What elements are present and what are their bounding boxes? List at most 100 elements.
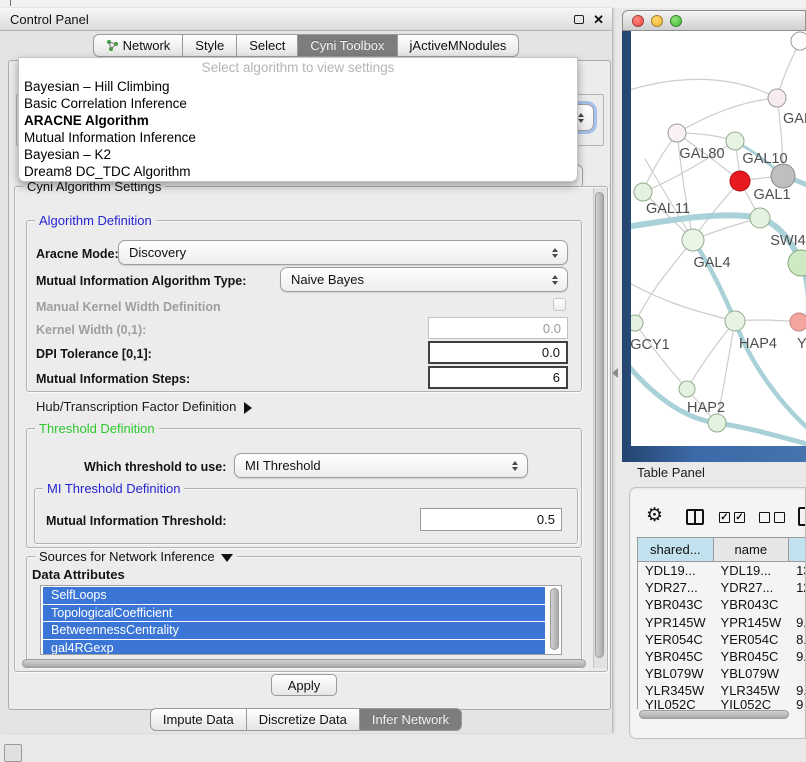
combo-stepper-icon — [552, 275, 558, 285]
node-gal80[interactable] — [668, 124, 686, 142]
hub-definition-expander[interactable]: Hub/Transcription Factor Definition — [36, 399, 252, 414]
tab-cyni-toolbox[interactable]: Cyni Toolbox — [298, 34, 397, 57]
sources-group-title[interactable]: Sources for Network Inference — [35, 549, 237, 564]
table-hscrollbar-thumb[interactable] — [639, 710, 789, 719]
tab-discretize-data[interactable]: Discretize Data — [247, 708, 360, 731]
tab-impute-data[interactable]: Impute Data — [150, 708, 247, 731]
node-gal[interactable] — [768, 89, 786, 107]
table-header-row: shared... name — [638, 538, 806, 562]
mi-type-combobox[interactable]: Naive Bayes — [280, 267, 568, 292]
algorithm-option-aracne[interactable]: ARACNE Algorithm — [19, 112, 577, 129]
table-row[interactable]: YBR045CYBR045C9. — [638, 648, 806, 665]
algorithm-option[interactable]: Bayesian – K2 — [19, 146, 577, 163]
panel-divider-grip-icon[interactable] — [612, 368, 618, 378]
minimize-traffic-light-icon[interactable] — [651, 15, 663, 27]
column-header-clipped[interactable] — [789, 538, 806, 562]
checked-box-icon[interactable]: ✓ — [734, 512, 745, 523]
settings-hscrollbar-thumb[interactable] — [22, 659, 586, 668]
table-row[interactable]: YDL19...YDL19...13 — [638, 562, 806, 579]
list-item[interactable]: TopologicalCoefficient — [43, 605, 545, 622]
table-panel: ⚙ ✓ ✓ shared... name YDL19...YDL19...13 … — [629, 487, 806, 739]
mi-steps-label: Mutual Information Steps: — [36, 372, 190, 386]
control-panel-title: Control Panel — [10, 12, 89, 27]
algorithm-option[interactable]: Mutual Information Inference — [19, 129, 577, 146]
kernel-width-field[interactable]: 0.0 — [428, 317, 568, 339]
close-icon[interactable]: ✕ — [593, 12, 604, 28]
document-icon[interactable] — [798, 507, 806, 526]
dpi-tolerance-field[interactable]: 0.0 — [428, 341, 568, 364]
control-panel-window: Control Panel ✕ Network Style Select Cyn… — [0, 8, 613, 733]
mi-type-label: Mutual Information Algorithm Type: — [36, 274, 246, 288]
aracne-mode-combobox[interactable]: Discovery — [118, 240, 568, 265]
popup-prompt: Select algorithm to view settings — [19, 60, 577, 78]
node-gal11[interactable] — [634, 183, 652, 201]
table-row[interactable]: YDR27...YDR27...12 — [638, 579, 806, 596]
close-traffic-light-icon[interactable] — [632, 15, 644, 27]
node[interactable] — [791, 32, 806, 50]
control-panel-titlebar: Control Panel ✕ — [0, 8, 612, 31]
network-canvas[interactable]: GAL GAL80 GAL10 GAL1 GAL11 SWI4 GAL4 GCY… — [631, 31, 806, 446]
network-icon — [106, 39, 119, 52]
column-header-name[interactable]: name — [714, 538, 790, 562]
node-swi4[interactable] — [788, 250, 806, 276]
algorithm-option[interactable]: Dream8 DC_TDC Algorithm — [19, 163, 577, 180]
float-window-icon[interactable] — [574, 15, 584, 24]
node-red[interactable] — [730, 171, 750, 191]
mi-threshold-label: Mutual Information Threshold: — [46, 514, 227, 528]
manual-kernel-checkbox[interactable] — [553, 298, 566, 311]
top-tick — [10, 0, 11, 6]
node[interactable] — [708, 414, 726, 432]
table-row[interactable]: YBL079WYBL079W — [638, 665, 806, 682]
split-columns-icon[interactable] — [686, 509, 704, 525]
list-item[interactable]: SelfLoops — [43, 587, 545, 604]
node-salmon[interactable] — [790, 313, 806, 331]
algorithm-option[interactable]: Bayesian – Hill Climbing — [19, 78, 577, 95]
table-panel-title: Table Panel — [637, 465, 705, 480]
list-item[interactable]: BetweennessCentrality — [43, 622, 545, 639]
algorithm-definition-title: Algorithm Definition — [35, 213, 156, 228]
unchecked-box-icon[interactable] — [774, 512, 785, 523]
node-hap2[interactable] — [679, 381, 695, 397]
cyni-bottom-tabbar: Impute Data Discretize Data Infer Networ… — [0, 708, 612, 731]
settings-vscrollbar-thumb[interactable] — [595, 192, 604, 658]
unchecked-box-icon[interactable] — [759, 512, 770, 523]
which-threshold-combobox[interactable]: MI Threshold — [234, 453, 528, 478]
data-attributes-list: SelfLoops TopologicalCoefficient Between… — [40, 585, 562, 655]
apply-button[interactable]: Apply — [271, 674, 337, 696]
table-row[interactable]: YIL052CYIL052C9 — [638, 700, 806, 709]
node-label: GCY1 — [631, 337, 670, 353]
node-gray[interactable] — [771, 164, 795, 188]
tab-select[interactable]: Select — [237, 34, 298, 57]
node-gal1[interactable] — [750, 208, 770, 228]
table-row[interactable]: YER054CYER054C8. — [638, 631, 806, 648]
tab-network[interactable]: Network — [93, 34, 184, 57]
checked-box-icon[interactable]: ✓ — [719, 512, 730, 523]
combo-stepper-icon — [552, 248, 558, 258]
node-gal10[interactable] — [726, 132, 744, 150]
which-threshold-value: MI Threshold — [245, 458, 321, 473]
node-table: shared... name YDL19...YDL19...13 YDR27.… — [637, 537, 806, 709]
gear-icon[interactable]: ⚙ — [646, 506, 663, 525]
column-header-shared-name[interactable]: shared... — [638, 538, 714, 562]
table-row[interactable]: YBR043CYBR043C — [638, 596, 806, 613]
node-gal4[interactable] — [682, 229, 704, 251]
table-row[interactable]: YLR345WYLR345W9. — [638, 682, 806, 699]
algorithm-option[interactable]: Basic Correlation Inference — [19, 95, 577, 112]
tab-jactivemnodules[interactable]: jActiveMNodules — [398, 34, 520, 57]
node-label: HAP4 — [739, 336, 777, 352]
mi-steps-field[interactable]: 6 — [428, 366, 568, 389]
mi-threshold-field[interactable]: 0.5 — [420, 508, 562, 531]
combo-stepper-icon — [578, 113, 584, 123]
bottom-corner-button[interactable] — [4, 744, 22, 762]
network-window-titlebar — [622, 10, 806, 31]
table-row[interactable]: YPR145WYPR145W9. — [638, 614, 806, 631]
node-hap4[interactable] — [725, 311, 745, 331]
tab-infer-network[interactable]: Infer Network — [360, 708, 462, 731]
node-label: GAL1 — [753, 187, 790, 203]
zoom-traffic-light-icon[interactable] — [670, 15, 682, 27]
tab-style[interactable]: Style — [183, 34, 237, 57]
node-gcy1[interactable] — [631, 315, 643, 331]
list-item[interactable]: gal4RGexp — [43, 640, 545, 656]
list-vscrollbar-thumb[interactable] — [550, 588, 559, 650]
node-label: HAP2 — [687, 400, 725, 416]
